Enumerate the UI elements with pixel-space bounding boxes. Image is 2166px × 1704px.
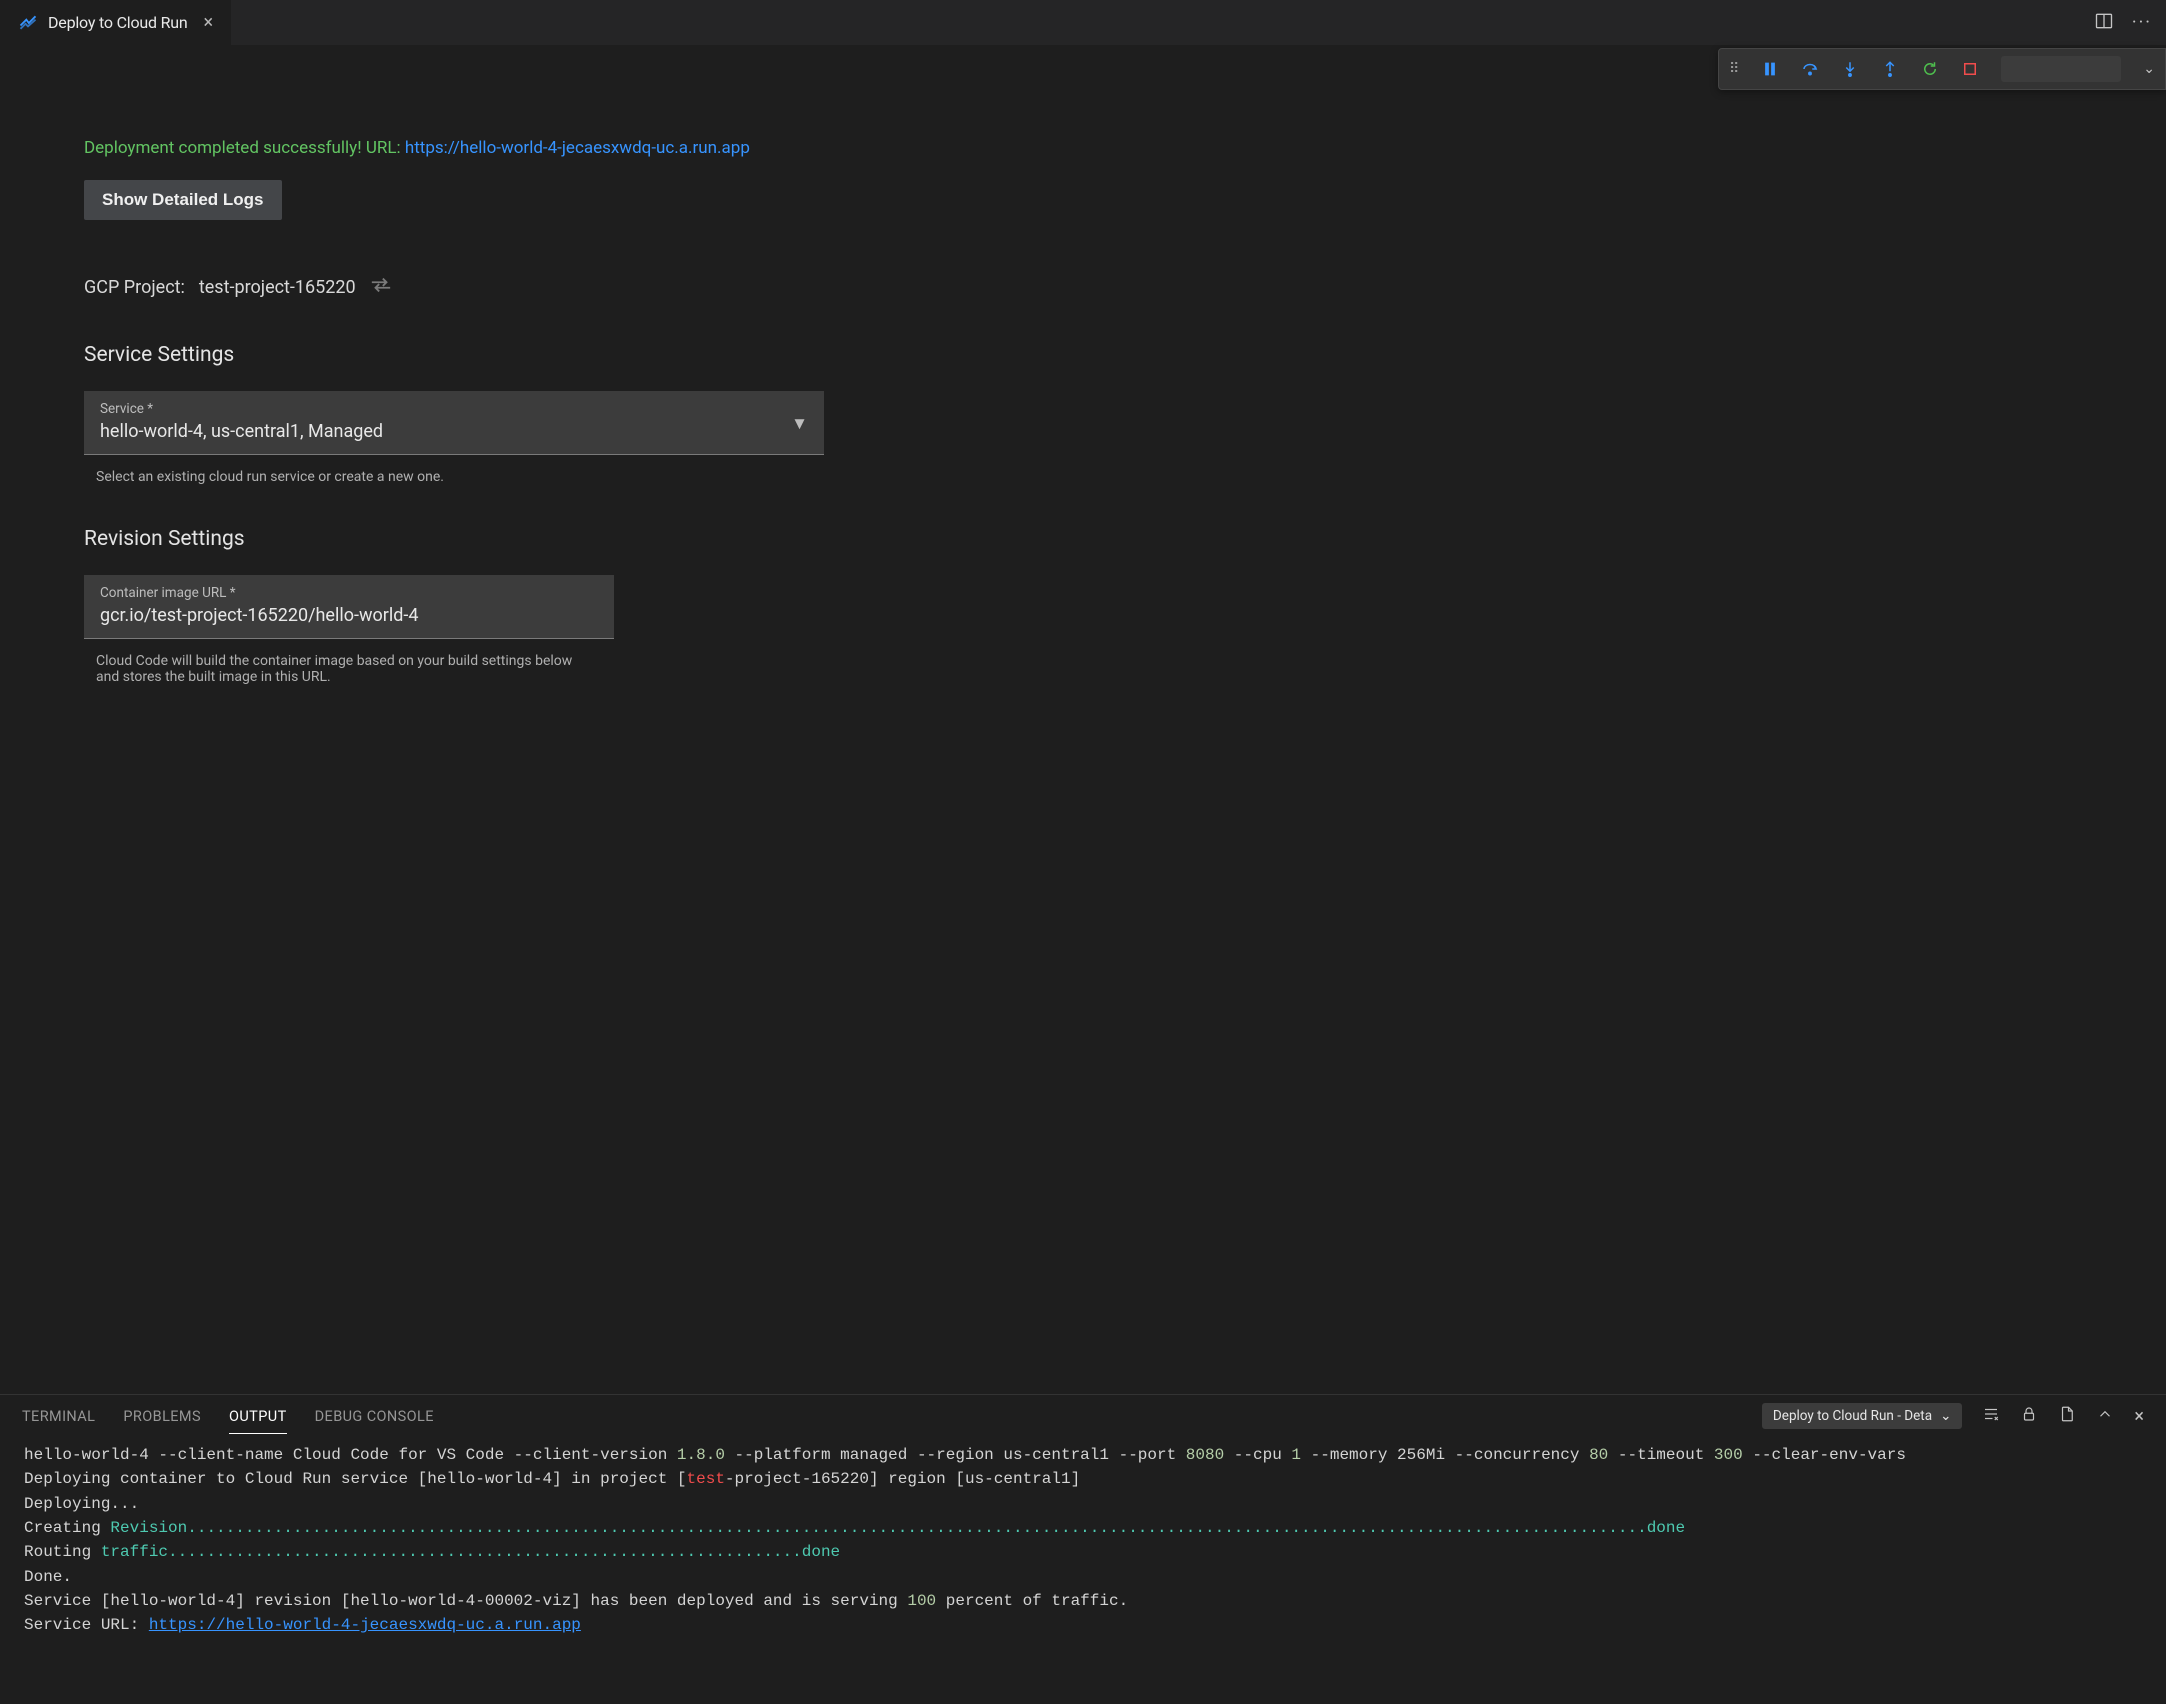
container-image-value: gcr.io/test-project-165220/hello-world-4 <box>100 605 598 626</box>
pause-button[interactable] <box>1761 60 1779 78</box>
service-url-link[interactable]: https://hello-world-4-jecaesxwdq-uc.a.ru… <box>149 1616 581 1634</box>
close-panel-icon[interactable]: × <box>2134 1406 2144 1427</box>
tab-bar: Deploy to Cloud Run × ··· <box>0 0 2166 46</box>
clear-output-icon[interactable] <box>1982 1405 2000 1427</box>
cloud-run-icon <box>18 13 38 33</box>
deployment-status: Deployment completed successfully! URL: … <box>84 138 2082 158</box>
log-text: -project-165220] region [us-central1] <box>725 1470 1080 1488</box>
log-number: 1.8.0 <box>677 1446 725 1464</box>
output-log[interactable]: hello-world-4 --client-name Cloud Code f… <box>0 1437 2166 1704</box>
debug-toolbar: ⠿ ⌄ <box>1718 48 2166 90</box>
step-into-button[interactable] <box>1841 60 1859 78</box>
log-text: Deploying... <box>24 1495 139 1513</box>
log-text: done <box>1647 1519 1685 1537</box>
log-text: --clear-env-vars <box>1743 1446 1906 1464</box>
editor-tab[interactable]: Deploy to Cloud Run × <box>0 0 231 45</box>
chevron-down-icon[interactable]: ⌄ <box>2143 61 2155 77</box>
tab-debug-console[interactable]: DEBUG CONSOLE <box>315 1398 434 1434</box>
log-text: --platform managed --region us-central1 … <box>725 1446 1186 1464</box>
bottom-panel: TERMINAL PROBLEMS OUTPUT DEBUG CONSOLE D… <box>0 1394 2166 1704</box>
debug-config-select[interactable] <box>2001 56 2121 82</box>
log-number: 100 <box>907 1592 936 1610</box>
close-tab-icon[interactable]: × <box>204 12 213 33</box>
output-channel-label: Deploy to Cloud Run - Deta <box>1773 1408 1932 1424</box>
log-text: Deploying container to Cloud Run service… <box>24 1470 687 1488</box>
gcp-project-value: test-project-165220 <box>199 277 356 298</box>
stop-button[interactable] <box>1961 60 1979 78</box>
service-select[interactable]: Service * hello-world-4, us-central1, Ma… <box>84 391 824 455</box>
log-text: test <box>687 1470 725 1488</box>
container-image-input[interactable]: Container image URL * gcr.io/test-projec… <box>84 575 614 639</box>
log-text: ........................................… <box>187 1519 1560 1537</box>
log-text: Service [hello-world-4] revision [hello-… <box>24 1592 907 1610</box>
log-text: --cpu <box>1224 1446 1291 1464</box>
switch-project-icon[interactable] <box>370 276 392 299</box>
editor-tab-title: Deploy to Cloud Run <box>48 13 188 32</box>
service-helper-text: Select an existing cloud run service or … <box>96 469 2082 485</box>
lock-scroll-icon[interactable] <box>2020 1405 2038 1427</box>
log-text: ......... <box>1560 1519 1646 1537</box>
deploy-form: Deployment completed successfully! URL: … <box>0 46 2166 1394</box>
show-detailed-logs-button[interactable]: Show Detailed Logs <box>84 180 282 220</box>
more-actions-icon[interactable]: ··· <box>2132 12 2152 33</box>
tab-terminal[interactable]: TERMINAL <box>22 1398 95 1434</box>
status-prefix: Deployment completed successfully! URL: <box>84 138 405 158</box>
log-text: Service URL: <box>24 1616 149 1634</box>
deployment-url-link[interactable]: https://hello-world-4-jecaesxwdq-uc.a.ru… <box>405 138 750 158</box>
log-text: done <box>802 1543 840 1561</box>
gcp-project-label: GCP Project: <box>84 277 185 298</box>
log-text: Creating <box>24 1519 110 1537</box>
container-image-label: Container image URL * <box>100 585 598 601</box>
log-text: Routing <box>24 1543 101 1561</box>
service-field-value: hello-world-4, us-central1, Managed <box>100 421 383 442</box>
log-number: 80 <box>1589 1446 1608 1464</box>
container-image-helper: Cloud Code will build the container imag… <box>96 653 586 685</box>
chevron-down-icon: ⌄ <box>1940 1408 1951 1424</box>
log-text: Revision <box>110 1519 187 1537</box>
tab-problems[interactable]: PROBLEMS <box>123 1398 201 1434</box>
step-out-button[interactable] <box>1881 60 1899 78</box>
output-channel-select[interactable]: Deploy to Cloud Run - Deta ⌄ <box>1762 1403 1962 1429</box>
revision-settings-heading: Revision Settings <box>84 527 2082 551</box>
log-text: Done. <box>24 1568 72 1586</box>
log-number: 300 <box>1714 1446 1743 1464</box>
tab-output[interactable]: OUTPUT <box>229 1398 287 1434</box>
chevron-up-icon[interactable] <box>2096 1405 2114 1427</box>
step-over-button[interactable] <box>1801 60 1819 78</box>
log-text: --timeout <box>1608 1446 1714 1464</box>
dropdown-arrow-icon: ▼ <box>791 414 808 434</box>
log-text: percent of traffic. <box>936 1592 1128 1610</box>
service-settings-heading: Service Settings <box>84 343 2082 367</box>
log-text: traffic <box>101 1543 168 1561</box>
log-number: 8080 <box>1186 1446 1224 1464</box>
restart-button[interactable] <box>1921 60 1939 78</box>
split-editor-icon[interactable] <box>2094 11 2114 35</box>
service-field-label: Service * <box>100 401 383 417</box>
log-text: --memory 256Mi --concurrency <box>1301 1446 1589 1464</box>
log-text: ........................................… <box>168 1543 802 1561</box>
toolbar-grip-icon[interactable]: ⠿ <box>1729 61 1739 77</box>
log-text: hello-world-4 --client-name Cloud Code f… <box>24 1446 677 1464</box>
log-number: 1 <box>1291 1446 1301 1464</box>
open-file-icon[interactable] <box>2058 1405 2076 1427</box>
